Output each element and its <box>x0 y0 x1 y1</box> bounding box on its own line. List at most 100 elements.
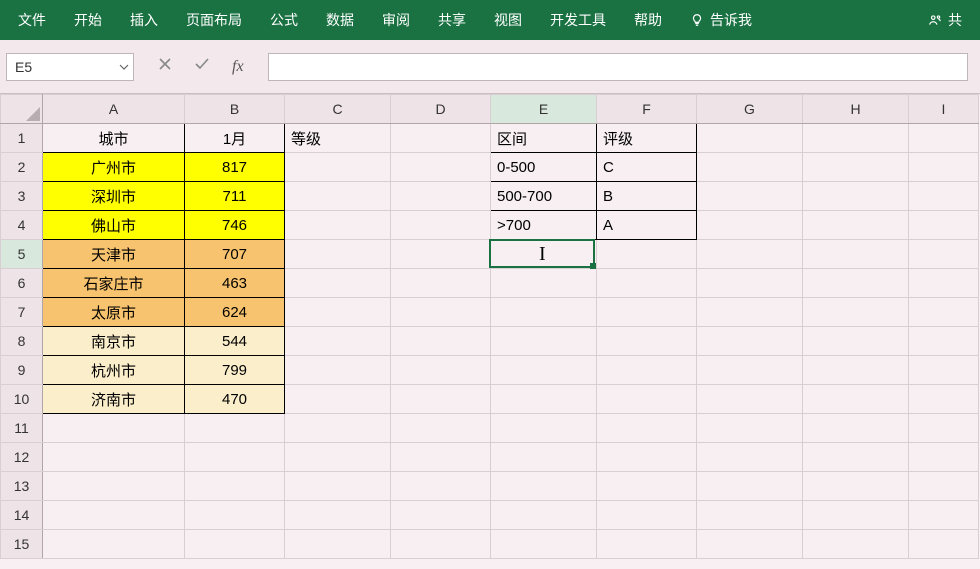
cell-G2[interactable] <box>697 153 803 182</box>
cell-B8[interactable]: 544 <box>185 327 285 356</box>
cell-B1[interactable]: 1月 <box>185 124 285 153</box>
cell-E11[interactable] <box>491 414 597 443</box>
cell-B7[interactable]: 624 <box>185 298 285 327</box>
cell-A15[interactable] <box>43 530 185 559</box>
cell-A5[interactable]: 天津市 <box>43 240 185 269</box>
row-header-4[interactable]: 4 <box>1 211 43 240</box>
cell-C15[interactable] <box>285 530 391 559</box>
cell-A2[interactable]: 广州市 <box>43 153 185 182</box>
cell-F1[interactable]: 评级 <box>597 124 697 153</box>
cell-A11[interactable] <box>43 414 185 443</box>
cell-G11[interactable] <box>697 414 803 443</box>
cell-D6[interactable] <box>391 269 491 298</box>
cell-C8[interactable] <box>285 327 391 356</box>
cell-G15[interactable] <box>697 530 803 559</box>
cell-H11[interactable] <box>803 414 909 443</box>
row-header-13[interactable]: 13 <box>1 472 43 501</box>
row-header-5[interactable]: 5 <box>1 240 43 269</box>
cell-E15[interactable] <box>491 530 597 559</box>
cell-F5[interactable] <box>597 240 697 269</box>
cell-C4[interactable] <box>285 211 391 240</box>
cell-H5[interactable] <box>803 240 909 269</box>
col-header-B[interactable]: B <box>185 95 285 124</box>
cell-G9[interactable] <box>697 356 803 385</box>
cell-E14[interactable] <box>491 501 597 530</box>
cell-I6[interactable] <box>909 269 979 298</box>
cell-E5[interactable] <box>491 240 597 269</box>
cell-A3[interactable]: 深圳市 <box>43 182 185 211</box>
cell-A7[interactable]: 太原市 <box>43 298 185 327</box>
cell-H10[interactable] <box>803 385 909 414</box>
cell-B14[interactable] <box>185 501 285 530</box>
cell-C9[interactable] <box>285 356 391 385</box>
row-header-2[interactable]: 2 <box>1 153 43 182</box>
cell-H3[interactable] <box>803 182 909 211</box>
cell-B12[interactable] <box>185 443 285 472</box>
cell-D12[interactable] <box>391 443 491 472</box>
tab-share[interactable]: 共享 <box>424 0 480 40</box>
cell-D8[interactable] <box>391 327 491 356</box>
col-header-D[interactable]: D <box>391 95 491 124</box>
cell-F4[interactable]: A <box>597 211 697 240</box>
row-header-8[interactable]: 8 <box>1 327 43 356</box>
cell-I8[interactable] <box>909 327 979 356</box>
insert-function-button[interactable]: fx <box>232 58 244 76</box>
cell-I4[interactable] <box>909 211 979 240</box>
cell-I2[interactable] <box>909 153 979 182</box>
cell-I12[interactable] <box>909 443 979 472</box>
cell-H1[interactable] <box>803 124 909 153</box>
cell-I14[interactable] <box>909 501 979 530</box>
cell-F11[interactable] <box>597 414 697 443</box>
cell-I7[interactable] <box>909 298 979 327</box>
cell-F15[interactable] <box>597 530 697 559</box>
col-header-I[interactable]: I <box>909 95 979 124</box>
cell-B6[interactable]: 463 <box>185 269 285 298</box>
select-all-corner[interactable] <box>1 95 43 124</box>
cell-D10[interactable] <box>391 385 491 414</box>
cell-F13[interactable] <box>597 472 697 501</box>
col-header-H[interactable]: H <box>803 95 909 124</box>
cell-B5[interactable]: 707 <box>185 240 285 269</box>
cell-G10[interactable] <box>697 385 803 414</box>
cell-F12[interactable] <box>597 443 697 472</box>
row-header-7[interactable]: 7 <box>1 298 43 327</box>
cell-E1[interactable]: 区间 <box>491 124 597 153</box>
cell-B13[interactable] <box>185 472 285 501</box>
confirm-formula-button[interactable] <box>194 57 210 76</box>
cell-C7[interactable] <box>285 298 391 327</box>
row-header-9[interactable]: 9 <box>1 356 43 385</box>
cell-E8[interactable] <box>491 327 597 356</box>
cell-C6[interactable] <box>285 269 391 298</box>
cell-F10[interactable] <box>597 385 697 414</box>
cell-D14[interactable] <box>391 501 491 530</box>
cell-A4[interactable]: 佛山市 <box>43 211 185 240</box>
cell-E2[interactable]: 0-500 <box>491 153 597 182</box>
cell-C11[interactable] <box>285 414 391 443</box>
row-header-6[interactable]: 6 <box>1 269 43 298</box>
spreadsheet-grid[interactable]: ABCDEFGHI1城市1月等级区间评级2广州市8170-500C3深圳市711… <box>0 94 980 559</box>
cell-C12[interactable] <box>285 443 391 472</box>
cell-D2[interactable] <box>391 153 491 182</box>
cell-C10[interactable] <box>285 385 391 414</box>
tab-page-layout[interactable]: 页面布局 <box>172 0 256 40</box>
cell-H13[interactable] <box>803 472 909 501</box>
row-header-12[interactable]: 12 <box>1 443 43 472</box>
cell-E4[interactable]: >700 <box>491 211 597 240</box>
tab-view[interactable]: 视图 <box>480 0 536 40</box>
cell-A13[interactable] <box>43 472 185 501</box>
cell-D13[interactable] <box>391 472 491 501</box>
cell-I1[interactable] <box>909 124 979 153</box>
row-header-10[interactable]: 10 <box>1 385 43 414</box>
cell-C5[interactable] <box>285 240 391 269</box>
cell-B10[interactable]: 470 <box>185 385 285 414</box>
cell-F6[interactable] <box>597 269 697 298</box>
cell-I3[interactable] <box>909 182 979 211</box>
tab-home[interactable]: 开始 <box>60 0 116 40</box>
cell-F9[interactable] <box>597 356 697 385</box>
row-header-3[interactable]: 3 <box>1 182 43 211</box>
cell-E6[interactable] <box>491 269 597 298</box>
tab-file[interactable]: 文件 <box>4 0 60 40</box>
cell-G6[interactable] <box>697 269 803 298</box>
cell-G13[interactable] <box>697 472 803 501</box>
cell-A9[interactable]: 杭州市 <box>43 356 185 385</box>
